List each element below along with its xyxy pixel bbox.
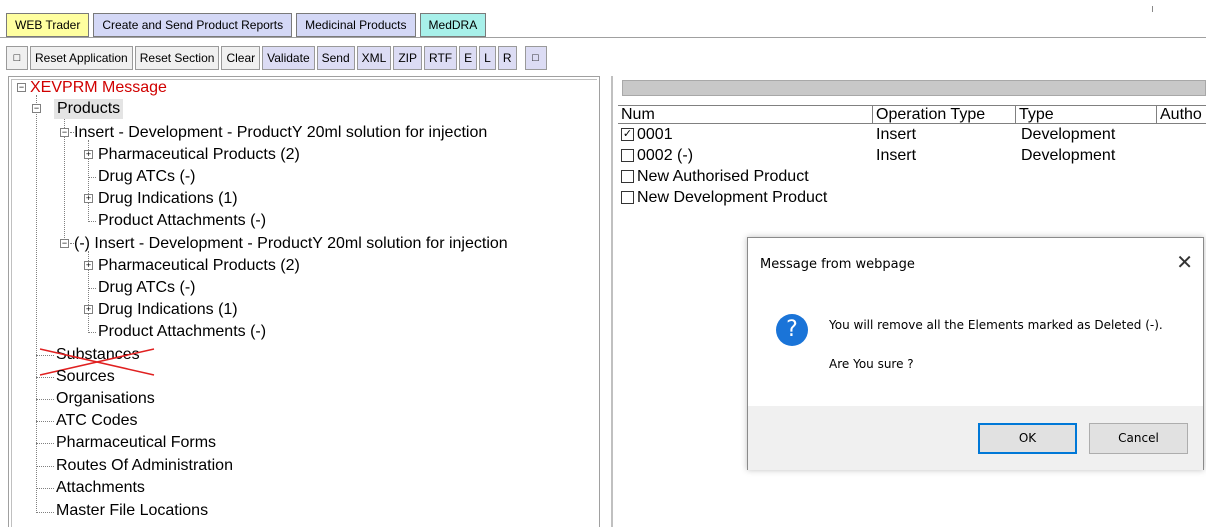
dialog-title: Message from webpage: [760, 257, 915, 272]
panel-divider[interactable]: [611, 76, 613, 527]
tree-node-pharm-products-1[interactable]: Pharmaceutical Products (2): [98, 145, 300, 165]
table-row[interactable]: 0002 (-) Insert Development: [621, 146, 1206, 166]
tree-node-drug-indications-1[interactable]: Drug Indications (1): [98, 189, 238, 209]
column-header-operation-type[interactable]: Operation Type: [872, 106, 1015, 124]
ok-button[interactable]: OK: [978, 423, 1077, 454]
row-checkbox[interactable]: [621, 170, 634, 183]
tree-node-product-2[interactable]: (-) Insert - Development - ProductY 20ml…: [74, 234, 508, 254]
expand-icon[interactable]: +: [84, 305, 93, 314]
rtf-button[interactable]: RTF: [424, 46, 458, 70]
toggle-left-button[interactable]: □: [6, 46, 28, 70]
tab-medicinal-products[interactable]: Medicinal Products: [296, 13, 416, 37]
tree-node-attachments[interactable]: Attachments: [56, 478, 145, 498]
close-icon[interactable]: ✕: [1176, 252, 1193, 272]
tree-node-attachments-2[interactable]: Product Attachments (-): [98, 322, 266, 342]
tree-branch: [36, 488, 54, 489]
collapse-icon[interactable]: −: [17, 83, 26, 92]
tree-branch: [88, 221, 96, 222]
tab-web-trader[interactable]: WEB Trader: [6, 13, 90, 37]
dialog-message: You will remove all the Elements marked …: [829, 318, 1163, 332]
top-nav-tabs: WEB Trader Create and Send Product Repor…: [6, 13, 487, 37]
table-row[interactable]: New Authorised Product: [621, 167, 1206, 187]
top-right-tick: [1152, 6, 1153, 12]
l-button[interactable]: L: [479, 46, 496, 70]
expand-icon[interactable]: +: [84, 194, 93, 203]
column-header-authorisation[interactable]: Autho: [1156, 106, 1206, 124]
tree-branch: [36, 443, 54, 444]
confirm-dialog: Message from webpage ✕ ? You will remove…: [747, 237, 1204, 470]
clear-button[interactable]: Clear: [221, 46, 261, 70]
grid-title-bar: [622, 80, 1206, 96]
tab-create-send-reports[interactable]: Create and Send Product Reports: [93, 13, 293, 37]
table-row[interactable]: New Development Product: [621, 188, 1206, 208]
cell-type: Development: [1021, 126, 1116, 143]
cell-operation-type: Insert: [876, 147, 917, 164]
cell-num: New Development Product: [637, 189, 828, 206]
dialog-footer: OK Cancel: [748, 406, 1203, 470]
tree-node-pharm-products-2[interactable]: Pharmaceutical Products (2): [98, 256, 300, 276]
tree-root-xevprm[interactable]: XEVPRM Message: [30, 78, 167, 98]
tree-node-master-file[interactable]: Master File Locations: [56, 501, 208, 521]
row-checkbox[interactable]: [621, 149, 634, 162]
collapse-icon[interactable]: −: [32, 104, 41, 113]
tree-branch: [36, 399, 54, 400]
expand-icon[interactable]: +: [84, 150, 93, 159]
cell-num: 0002 (-): [637, 147, 694, 164]
cell-type: Development: [1021, 147, 1116, 164]
e-button[interactable]: E: [459, 46, 478, 70]
question-icon: ?: [776, 314, 808, 346]
tree-node-drug-indications-2[interactable]: Drug Indications (1): [98, 300, 238, 320]
reset-application-button[interactable]: Reset Application: [30, 46, 133, 70]
tree-node-atc-codes[interactable]: ATC Codes: [56, 411, 138, 431]
zip-button[interactable]: ZIP: [393, 46, 423, 70]
tree-branch: [88, 288, 96, 289]
cell-num: New Authorised Product: [637, 168, 809, 185]
reset-section-button[interactable]: Reset Section: [134, 46, 220, 70]
collapse-icon[interactable]: −: [60, 239, 69, 248]
tree-branch: [88, 332, 96, 333]
tree-node-attachments-1[interactable]: Product Attachments (-): [98, 211, 266, 231]
toolbar: □ Reset Application Reset Section Clear …: [6, 46, 547, 70]
tree-branch: [36, 466, 54, 467]
tree-branch: [36, 421, 54, 422]
table-row[interactable]: ✓ 0001 Insert Development: [621, 125, 1206, 145]
dialog-question: Are You sure ?: [829, 357, 914, 371]
tree-line-root: [36, 95, 37, 513]
expand-icon[interactable]: +: [84, 261, 93, 270]
tab-meddra[interactable]: MedDRA: [419, 13, 487, 37]
cell-num: 0001: [637, 126, 673, 143]
tree-node-routes[interactable]: Routes Of Administration: [56, 456, 233, 476]
grid-header: Num Operation Type Type Autho: [618, 105, 1206, 124]
xml-button[interactable]: XML: [356, 46, 392, 70]
validate-button[interactable]: Validate: [262, 46, 315, 70]
tree-branch: [88, 177, 96, 178]
collapse-icon[interactable]: −: [60, 128, 69, 137]
column-header-num[interactable]: Num: [618, 106, 872, 124]
toggle-right-button[interactable]: □: [524, 46, 547, 70]
row-checkbox[interactable]: [621, 191, 634, 204]
cancel-button[interactable]: Cancel: [1089, 423, 1188, 454]
send-button[interactable]: Send: [316, 46, 355, 70]
cell-operation-type: Insert: [876, 126, 917, 143]
tree-node-drug-atcs-2[interactable]: Drug ATCs (-): [98, 278, 195, 298]
tree-node-product-1[interactable]: Insert - Development - ProductY 20ml sol…: [74, 123, 487, 143]
row-checkbox[interactable]: ✓: [621, 128, 634, 141]
r-button[interactable]: R: [497, 46, 517, 70]
tree-branch: [36, 512, 54, 513]
tree-node-organisations[interactable]: Organisations: [56, 389, 155, 409]
column-header-type[interactable]: Type: [1015, 106, 1156, 124]
tree-node-drug-atcs-1[interactable]: Drug ATCs (-): [98, 167, 195, 187]
top-divider: [0, 37, 1206, 38]
tree-node-pharm-forms[interactable]: Pharmaceutical Forms: [56, 433, 216, 453]
tree-node-sources[interactable]: Sources: [56, 367, 115, 387]
tree-branch: [36, 377, 54, 378]
tree-node-products[interactable]: Products: [54, 99, 124, 119]
